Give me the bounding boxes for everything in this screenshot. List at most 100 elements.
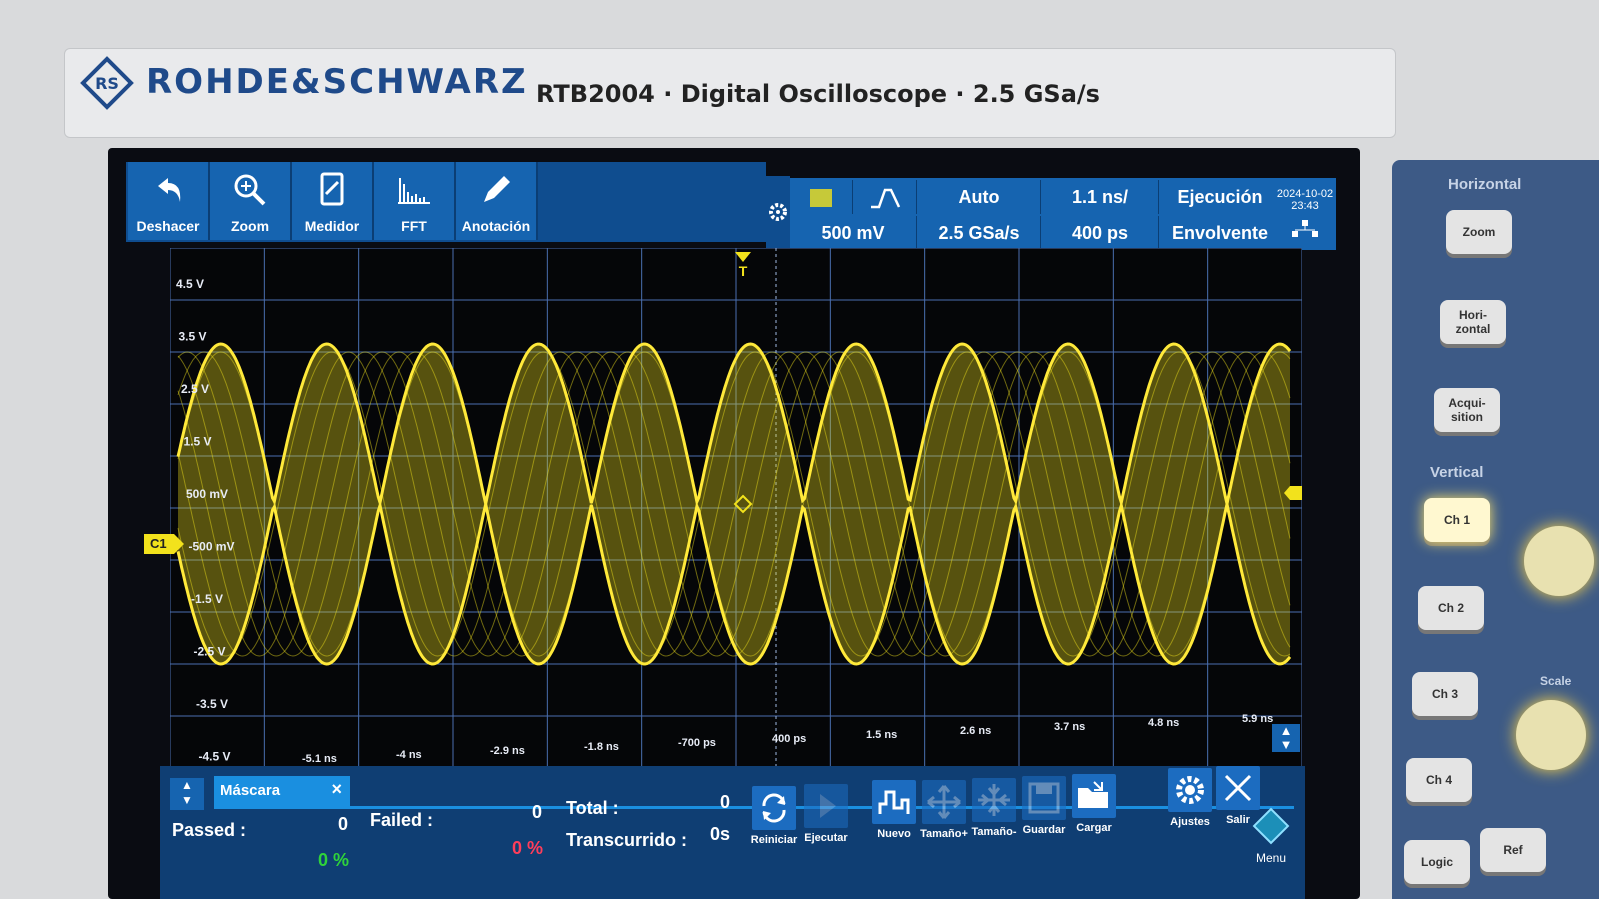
zoom-icon — [234, 174, 266, 206]
panel-scroll-arrows[interactable]: ▲ ▼ — [170, 778, 204, 810]
channel-swatch-icon — [810, 189, 832, 208]
horizontal-key[interactable]: Hori- zontal — [1440, 300, 1506, 344]
size-plus-label: Tamaño+ — [920, 828, 968, 840]
total-value: 0 — [720, 792, 731, 812]
acquisition-status-panel[interactable]: Auto 1.1 ns/ Ejecución 500 mV 2.5 GSa/s … — [790, 178, 1280, 250]
voltage-label: 3.5 V — [179, 330, 207, 344]
fft-icon — [398, 178, 430, 204]
gear-icon — [769, 203, 787, 221]
time-text: 23:43 — [1291, 200, 1319, 212]
acquisition-mode[interactable]: Envolvente — [1158, 216, 1281, 250]
logic-key[interactable]: Logic — [1404, 840, 1470, 884]
brand-name: ROHDE&SCHWARZ — [146, 62, 528, 102]
voltage-label: 2.5 V — [181, 382, 209, 396]
menu-button[interactable]: Menu — [1244, 806, 1298, 866]
run-button[interactable]: Ejecutar — [802, 784, 850, 844]
run-label: Ejecutar — [804, 832, 848, 844]
mask-tab-label: Máscara — [220, 782, 281, 799]
date-text: 2024-10-02 — [1276, 188, 1334, 200]
shrink-icon — [978, 784, 1010, 816]
undo-icon — [158, 178, 181, 202]
rs-menu-icon — [1252, 807, 1290, 845]
voltage-label: 1.5 V — [184, 435, 212, 449]
ch2-key[interactable]: Ch 2 — [1418, 586, 1484, 630]
undo-button[interactable]: Deshacer — [128, 162, 210, 240]
run-state[interactable]: Ejecución — [1158, 180, 1281, 214]
time-label: 2.6 ns — [960, 725, 991, 737]
vertical-position-knob[interactable] — [1524, 526, 1594, 596]
mask-tab[interactable]: Máscara × — [214, 776, 350, 806]
voltage-label: 500 mV — [186, 487, 228, 501]
waveform-display[interactable]: 4.5 V 3.5 V 2.5 V 1.5 V 500 mV -500 mV -1.5 V -… — [170, 248, 1302, 768]
refresh-icon — [762, 793, 786, 823]
sample-rate[interactable]: 2.5 GSa/s — [916, 216, 1041, 250]
close-icon — [1224, 774, 1252, 802]
ch3-key[interactable]: Ch 3 — [1412, 672, 1478, 716]
ch4-key[interactable]: Ch 4 — [1406, 758, 1472, 802]
vertical-scale-knob[interactable] — [1516, 700, 1586, 770]
folder-open-icon — [1078, 781, 1108, 808]
scroll-arrows-right[interactable]: ▲ ▼ — [1272, 724, 1300, 752]
meter-button[interactable]: Medidor — [292, 162, 374, 240]
elapsed-label: Transcurrido : — [566, 830, 688, 850]
total-label: Total : — [566, 798, 619, 818]
time-label: 3.7 ns — [1054, 721, 1085, 733]
trigger-edge-button[interactable] — [852, 180, 917, 214]
annotation-button[interactable]: Anotación — [456, 162, 538, 240]
undo-label: Deshacer — [136, 218, 200, 234]
voltage-label: -1.5 V — [191, 592, 223, 606]
zoom-key[interactable]: Zoom — [1446, 210, 1512, 254]
settings-label: Ajustes — [1170, 816, 1210, 828]
meter-icon — [320, 172, 344, 206]
channel-color-chip[interactable] — [790, 180, 852, 214]
save-icon — [1028, 782, 1060, 814]
channel-scale[interactable]: 500 mV — [790, 216, 916, 250]
passed-percent: 0 % — [318, 850, 350, 870]
reset-button[interactable]: Reiniciar — [750, 786, 798, 846]
voltage-label: -2.5 V — [194, 645, 226, 659]
size-plus-button[interactable]: Tamaño+ — [920, 780, 968, 840]
settings-gear-button[interactable] — [766, 176, 790, 248]
save-button[interactable]: Guardar — [1020, 776, 1068, 836]
channel-1-marker-label: C1 — [150, 536, 167, 551]
load-button[interactable]: Cargar — [1070, 774, 1118, 834]
voltage-label: -4.5 V — [199, 750, 231, 764]
time-label: 4.8 ns — [1148, 717, 1179, 729]
rs-logo-icon: RS — [80, 56, 134, 110]
close-tab-icon[interactable]: × — [331, 779, 342, 800]
svg-text:RS: RS — [95, 74, 119, 93]
vertical-section-title: Vertical — [1430, 464, 1484, 481]
voltage-label: -3.5 V — [196, 697, 228, 711]
failed-label: Failed : — [370, 810, 434, 830]
rising-edge-icon — [871, 189, 901, 209]
horizontal-section-title: Horizontal — [1448, 176, 1522, 193]
fft-button[interactable]: FFT — [374, 162, 456, 240]
time-label: -5.1 ns — [302, 753, 337, 765]
network-icon — [1292, 220, 1318, 237]
zoom-button[interactable]: Zoom — [210, 162, 292, 240]
zoom-label: Zoom — [230, 218, 270, 234]
voltage-label: 4.5 V — [176, 277, 204, 291]
expand-icon — [927, 785, 961, 819]
acquisition-key[interactable]: Acqui- sition — [1434, 388, 1500, 432]
channel-1-level-marker[interactable]: C1 — [144, 534, 184, 554]
time-label: 5.9 ns — [1242, 713, 1273, 725]
time-label: 400 ps — [772, 733, 806, 745]
trigger-mode[interactable]: Auto — [916, 180, 1041, 214]
gear-icon — [1176, 776, 1204, 804]
time-label: -700 ps — [678, 737, 716, 749]
passed-label: Passed : — [172, 820, 247, 840]
new-mask-label: Nuevo — [877, 828, 911, 840]
size-minus-button[interactable]: Tamaño- — [970, 778, 1018, 838]
time-offset[interactable]: 400 ps — [1040, 216, 1159, 250]
new-mask-button[interactable]: Nuevo — [870, 780, 918, 840]
elapsed-value: 0s — [710, 824, 731, 844]
annotation-label: Anotación — [461, 218, 531, 234]
settings-button[interactable]: Ajustes — [1166, 768, 1214, 828]
time-label: -2.9 ns — [490, 745, 525, 757]
fft-label: FFT — [401, 218, 427, 234]
ch1-key[interactable]: Ch 1 — [1424, 498, 1490, 542]
passed-value: 0 — [338, 814, 349, 834]
time-base[interactable]: 1.1 ns/ — [1040, 180, 1159, 214]
ref-key[interactable]: Ref — [1480, 828, 1546, 872]
